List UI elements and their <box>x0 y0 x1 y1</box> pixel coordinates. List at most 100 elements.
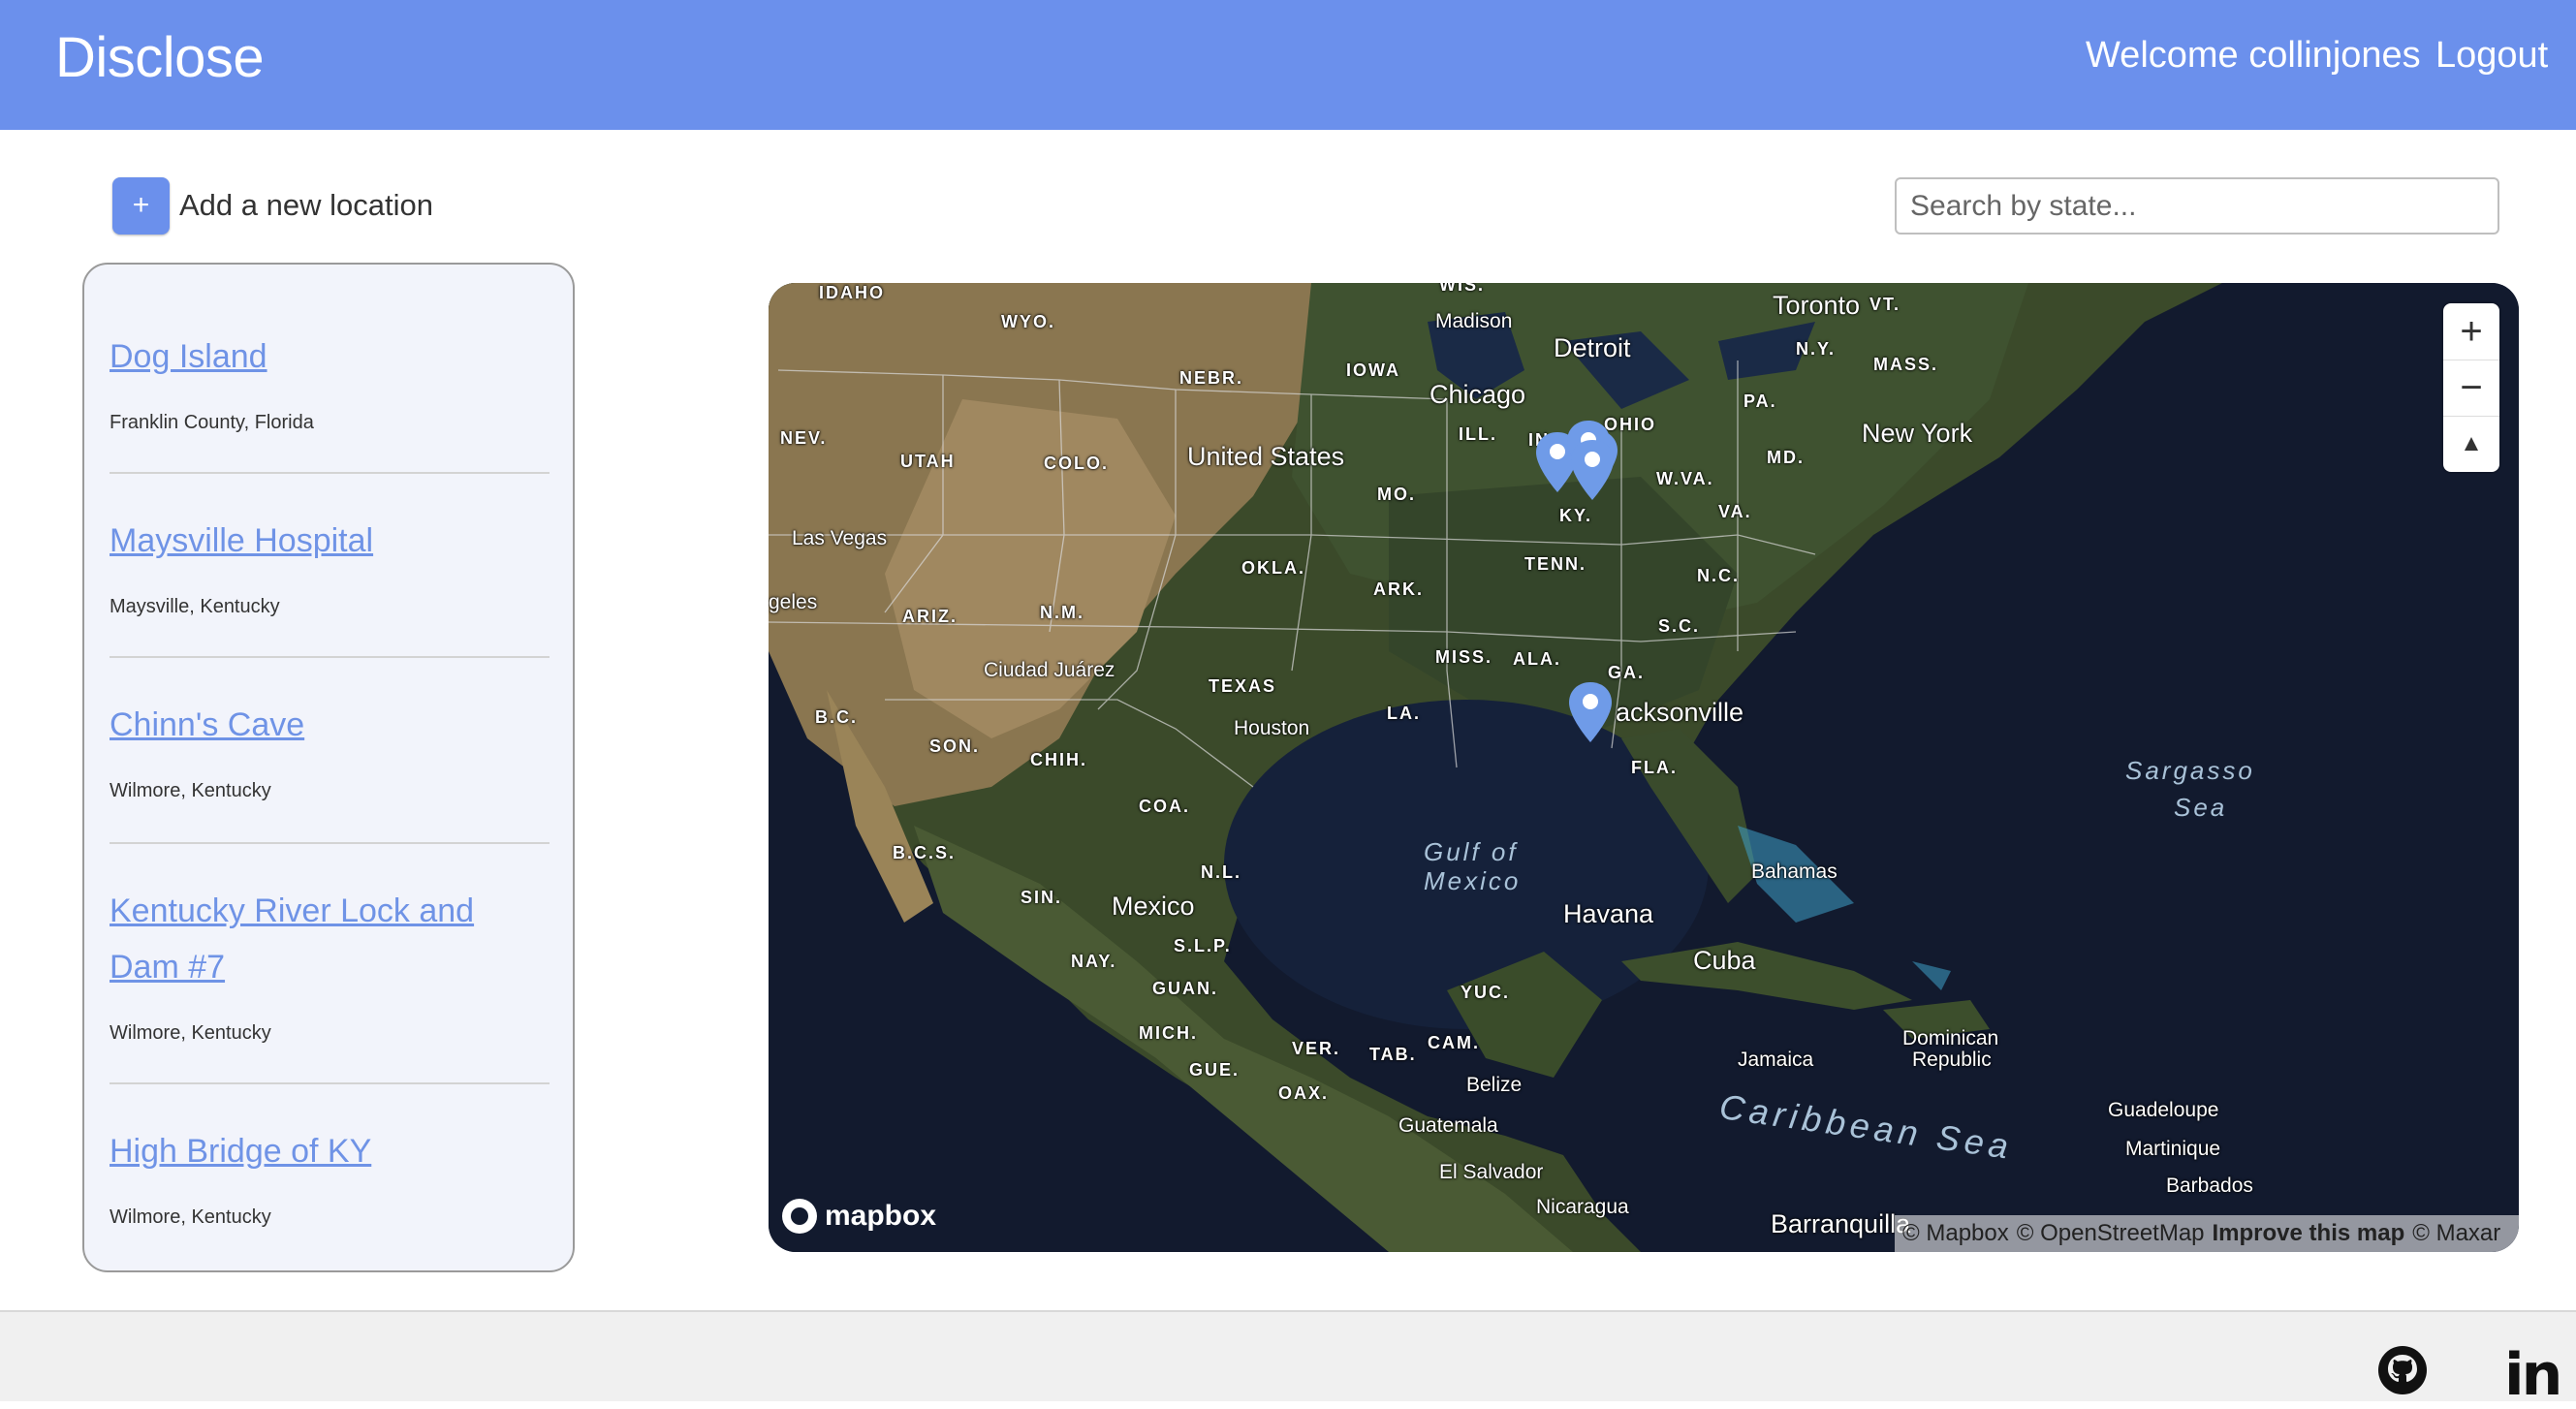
map-label: N.M. <box>1040 603 1084 622</box>
list-divider <box>110 472 550 474</box>
map-label: KY. <box>1559 506 1593 525</box>
location-link-maysville-hospital[interactable]: Maysville Hospital <box>110 513 550 569</box>
map-label: CHIH. <box>1030 750 1087 769</box>
improve-map-link[interactable]: Improve this map <box>2213 1220 2405 1247</box>
mapbox-attribution-link[interactable]: © Mapbox <box>1902 1220 2009 1247</box>
map-label: PA. <box>1744 391 1777 411</box>
map-label: Barbados <box>2166 1174 2253 1197</box>
map-label: Las Vegas <box>792 527 888 549</box>
add-location-button[interactable]: + <box>112 177 170 235</box>
map-label: YUC. <box>1461 983 1511 1002</box>
map-view[interactable]: IDAHO WYO. WIS. Madison Detroit Toronto … <box>769 283 2519 1252</box>
map-label: IOWA <box>1346 360 1400 380</box>
map-label: Mexico <box>1112 892 1195 921</box>
mapbox-logo-text: mapbox <box>825 1200 937 1232</box>
map-label: Houston <box>1234 717 1310 739</box>
compass-button[interactable]: ▲ <box>2443 416 2499 472</box>
map-label: New York <box>1862 419 1973 448</box>
map-label: Cuba <box>1693 946 1756 975</box>
map-label: UTAH <box>900 452 956 471</box>
map-label: Jamaica <box>1738 1049 1814 1071</box>
location-place: Franklin County, Florida <box>110 412 314 433</box>
location-link-high-bridge[interactable]: High Bridge of KY <box>110 1123 550 1179</box>
map-label: Guadeloupe <box>2108 1099 2219 1121</box>
map-marker-kentucky-river-lock[interactable] <box>1569 438 1616 502</box>
map-label: MO. <box>1377 485 1416 504</box>
map-label: GUE. <box>1189 1060 1241 1080</box>
github-icon[interactable] <box>2377 1345 2428 1395</box>
location-place: Wilmore, Kentucky <box>110 780 271 801</box>
map-label: TENN. <box>1524 554 1586 574</box>
map-label: Barranquilla <box>1771 1209 1911 1238</box>
map-label: Republic <box>1912 1049 1992 1071</box>
map-label: Guatemala <box>1398 1114 1498 1137</box>
map-label: TAB. <box>1369 1045 1417 1064</box>
map-label: Mexico <box>1424 866 1522 895</box>
map-label: IDAHO <box>819 283 885 302</box>
location-link-kentucky-river-lock[interactable]: Kentucky River Lock and Dam #7 <box>110 883 536 995</box>
map-label: COLO. <box>1044 454 1109 473</box>
map-label: N.Y. <box>1796 339 1837 359</box>
map-label: N.C. <box>1697 566 1740 585</box>
osm-attribution-link[interactable]: © OpenStreetMap <box>2017 1220 2205 1247</box>
map-label: geles <box>769 591 818 613</box>
map-label: GUAN. <box>1152 979 1218 998</box>
map-label: El Salvador <box>1439 1161 1544 1183</box>
map-label: S.C. <box>1658 616 1701 636</box>
map-label: Sea <box>2174 793 2228 822</box>
map-label: ARIZ. <box>902 607 958 626</box>
map-label: LA. <box>1387 704 1421 723</box>
map-label: acksonville <box>1616 698 1744 727</box>
location-place: Maysville, Kentucky <box>110 596 280 617</box>
map-label: N.L. <box>1201 862 1241 882</box>
state-search-input[interactable] <box>1895 177 2499 235</box>
map-label: Belize <box>1466 1074 1523 1096</box>
map-label: VER. <box>1292 1039 1341 1058</box>
maxar-attribution-link[interactable]: © Maxar <box>2412 1220 2500 1247</box>
map-label: ALA. <box>1513 649 1561 669</box>
location-link-chinns-cave[interactable]: Chinn's Cave <box>110 697 550 753</box>
logout-link[interactable]: Logout <box>2435 35 2548 77</box>
map-label: WIS. <box>1439 283 1485 295</box>
map-label: Dominican <box>1902 1027 1999 1049</box>
map-label: OKLA. <box>1241 558 1305 578</box>
map-label: B.C.S. <box>893 843 957 862</box>
map-label: NEBR. <box>1179 368 1244 388</box>
map-label: MISS. <box>1435 647 1493 667</box>
map-attribution: © Mapbox © OpenStreetMap Improve this ma… <box>1895 1215 2519 1252</box>
welcome-user-text: Welcome collinjones <box>2086 35 2421 76</box>
list-item: Kentucky River Lock and Dam #7 Wilmore, … <box>110 883 550 1045</box>
list-divider <box>110 842 550 844</box>
list-divider <box>110 1082 550 1084</box>
map-label: MD. <box>1767 448 1805 467</box>
mapbox-logo[interactable]: mapbox <box>782 1199 936 1234</box>
list-divider <box>110 656 550 658</box>
list-item: Maysville Hospital Maysville, Kentucky <box>110 513 550 618</box>
map-label: COA. <box>1139 797 1190 816</box>
map-label: Madison <box>1435 310 1513 332</box>
map-label: ILL. <box>1459 424 1497 444</box>
zoom-out-button[interactable]: − <box>2443 360 2499 416</box>
map-label: VA. <box>1718 502 1752 521</box>
brand-title[interactable]: Disclose <box>55 25 265 90</box>
map-label: WYO. <box>1001 312 1055 331</box>
linkedin-icon[interactable]: in <box>2504 1341 2562 1409</box>
zoom-in-button[interactable]: + <box>2443 303 2499 360</box>
map-label: Sargasso <box>2125 756 2255 785</box>
map-label: MICH. <box>1139 1023 1198 1043</box>
map-label: VT. <box>1869 295 1901 314</box>
map-label: SON. <box>929 736 981 756</box>
location-list: Dog Island Franklin County, Florida Mays… <box>82 263 575 1272</box>
map-marker-dog-island[interactable] <box>1567 680 1614 744</box>
location-link-dog-island[interactable]: Dog Island <box>110 329 550 385</box>
map-label: ARK. <box>1373 579 1424 599</box>
map-label: MASS. <box>1873 355 1939 374</box>
map-label: NEV. <box>780 428 828 448</box>
map-label: FLA. <box>1631 758 1678 777</box>
map-label: United States <box>1187 442 1345 471</box>
map-label: Havana <box>1563 899 1654 928</box>
map-label: W.VA. <box>1656 469 1714 488</box>
list-item: Dog Island Franklin County, Florida <box>110 329 550 434</box>
map-label: Martinique <box>2125 1138 2221 1160</box>
map-zoom-controls: + − ▲ <box>2443 303 2499 472</box>
